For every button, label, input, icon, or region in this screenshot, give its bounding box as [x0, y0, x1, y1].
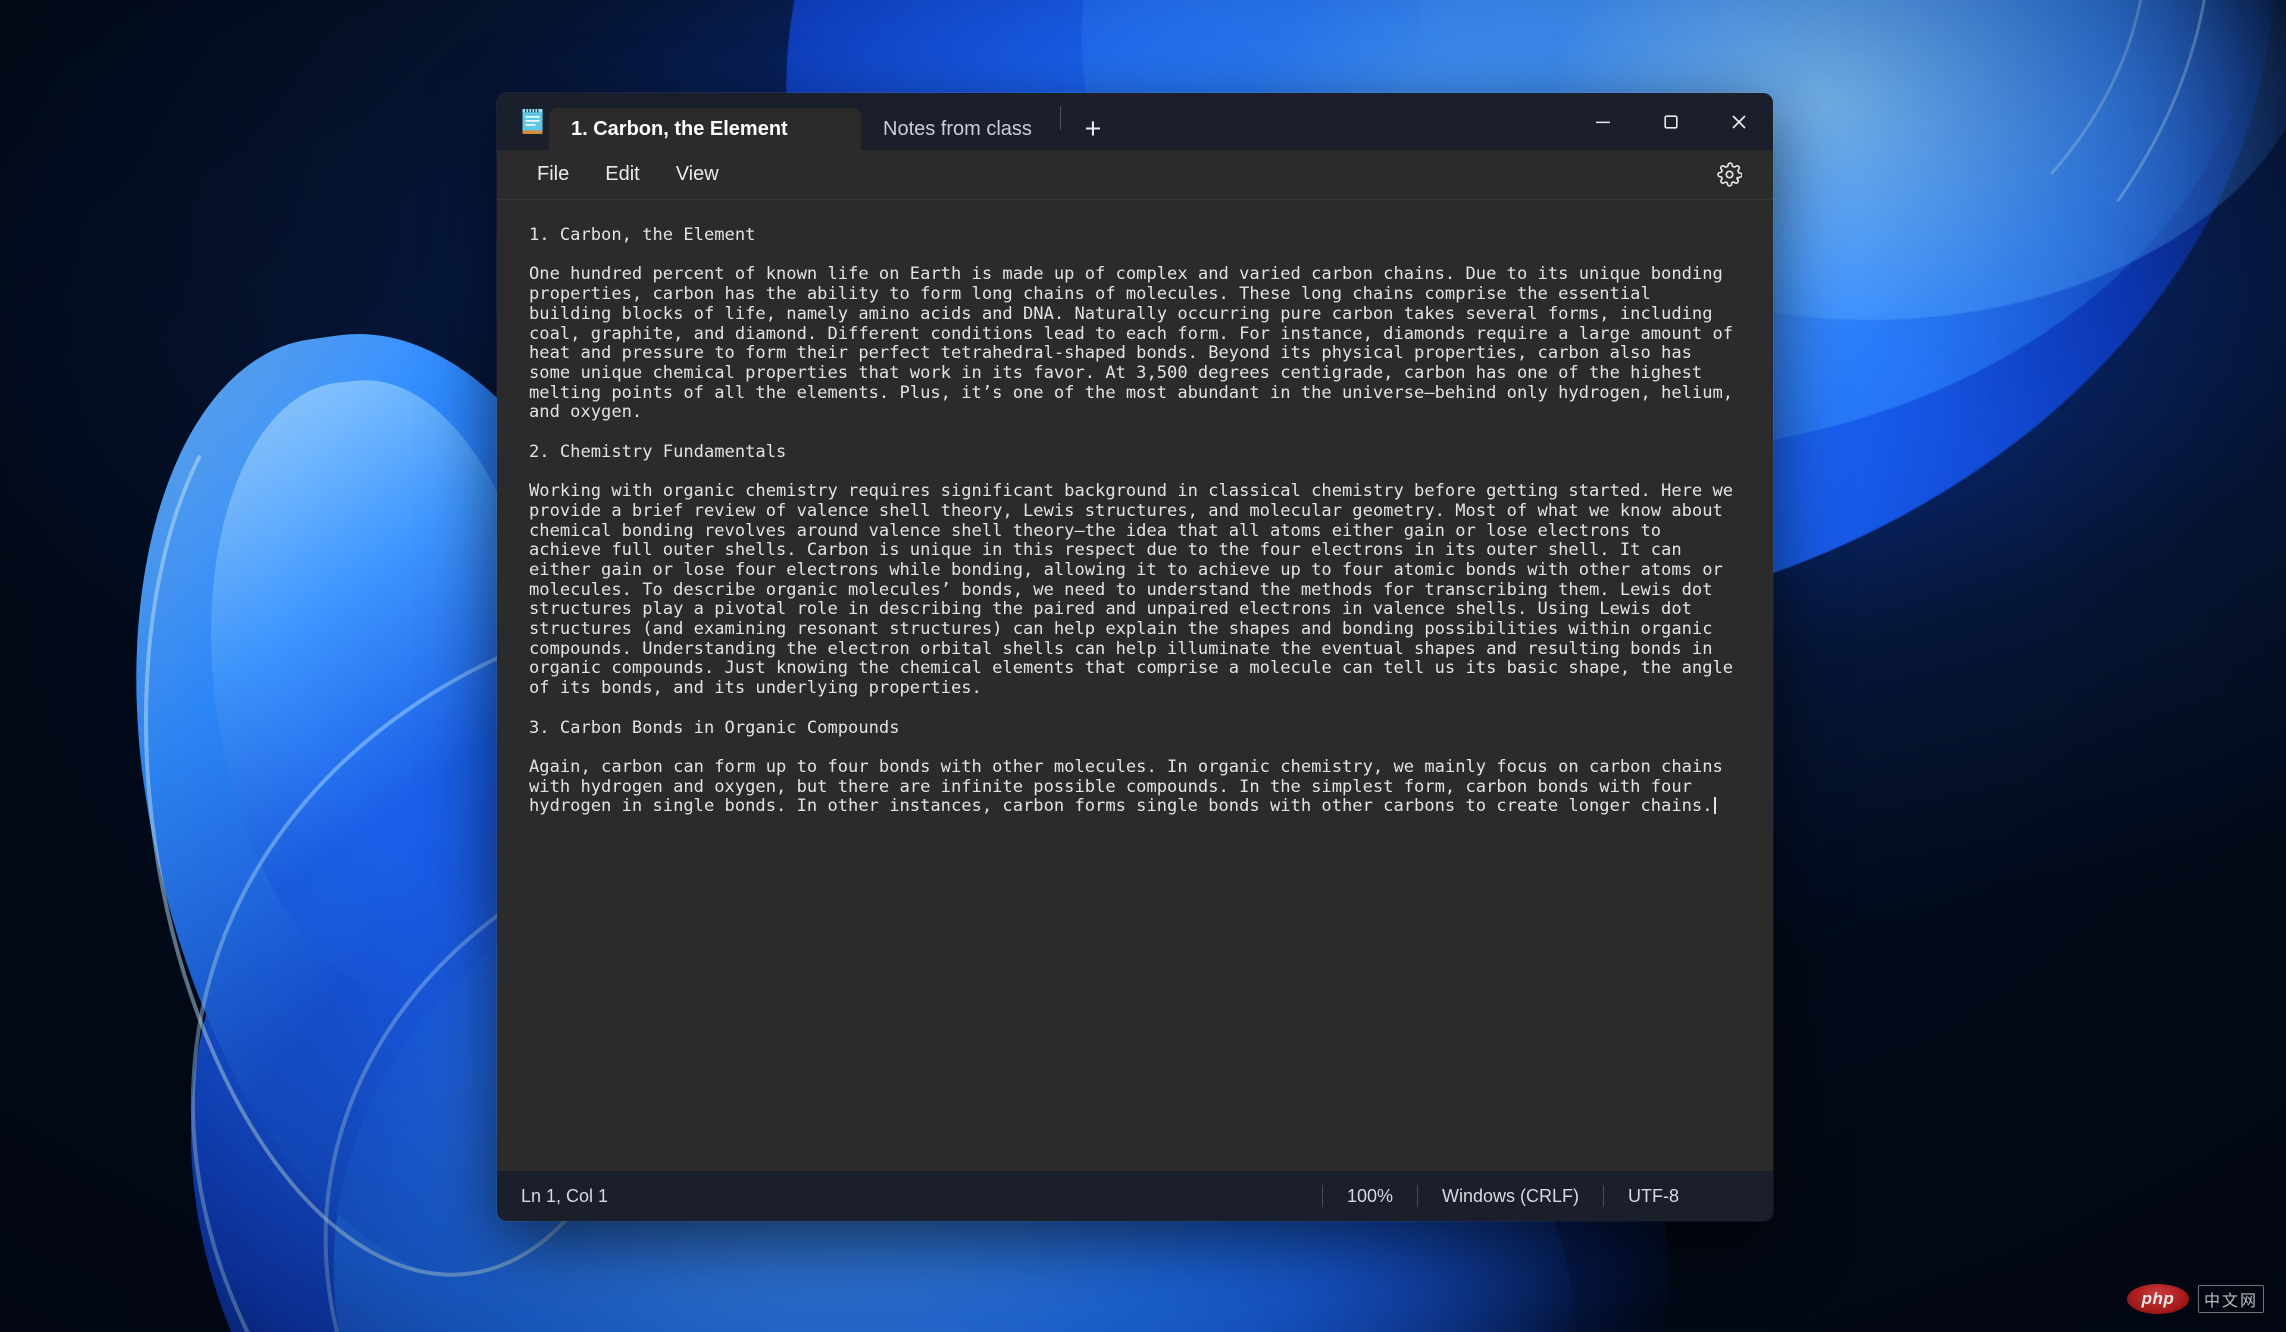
encoding-status[interactable]: UTF-8 — [1604, 1183, 1703, 1209]
line-ending-status[interactable]: Windows (CRLF) — [1418, 1183, 1603, 1209]
cursor-position-status[interactable]: Ln 1, Col 1 — [521, 1186, 608, 1207]
site-watermark: php 中文网 — [2126, 1284, 2264, 1314]
new-tab-button[interactable]: + — [1067, 108, 1119, 150]
maximize-button[interactable] — [1637, 93, 1705, 150]
tab-label: Notes from class — [883, 117, 1032, 140]
tab-separator — [1059, 105, 1061, 130]
watermark-label: 中文网 — [2197, 1285, 2264, 1313]
menu-item-file[interactable]: File — [519, 157, 587, 192]
menu-item-view[interactable]: View — [658, 157, 737, 192]
window-titlebar[interactable]: 1. Carbon, the Element Notes from class … — [497, 93, 1773, 150]
zoom-status[interactable]: 100% — [1323, 1183, 1417, 1209]
status-bar: Ln 1, Col 1 100% Windows (CRLF) UTF-8 — [497, 1171, 1773, 1221]
menu-bar: File Edit View — [497, 150, 1773, 200]
notepad-window: 1. Carbon, the Element Notes from class … — [497, 93, 1773, 1221]
menu-item-edit[interactable]: Edit — [587, 157, 657, 192]
document-body: 1. Carbon, the Element One hundred perce… — [529, 225, 1734, 817]
status-bar-right-group: 100% Windows (CRLF) UTF-8 — [1321, 1171, 1773, 1221]
notepad-icon — [515, 93, 549, 150]
minimize-button[interactable] — [1569, 93, 1637, 150]
text-editor-area[interactable]: 1. Carbon, the Element One hundred perce… — [497, 200, 1773, 1171]
tab-notes-from-class[interactable]: Notes from class — [861, 108, 1054, 150]
gear-icon[interactable] — [1707, 155, 1751, 195]
tab-label: 1. Carbon, the Element — [571, 117, 788, 140]
window-controls — [1569, 93, 1773, 150]
tab-carbon-the-element[interactable]: 1. Carbon, the Element — [549, 108, 861, 150]
document-text[interactable]: 1. Carbon, the Element One hundred perce… — [529, 225, 1741, 817]
close-button[interactable] — [1705, 93, 1773, 150]
text-caret — [1713, 797, 1716, 815]
php-logo: php — [2126, 1284, 2189, 1314]
